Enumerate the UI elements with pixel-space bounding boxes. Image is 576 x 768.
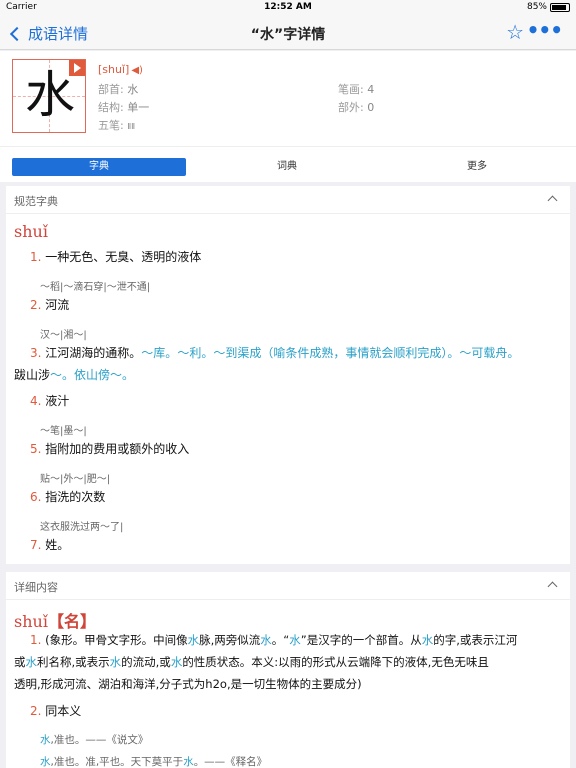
speaker-icon[interactable]: ◀) [131, 65, 143, 76]
section-title: 规范字典 [14, 195, 58, 208]
definition-example: ～笔|墨～| [40, 426, 87, 437]
battery-indicator: 85% [527, 2, 570, 12]
definition-item: 1. 一种无色、无臭、透明的液体 [30, 250, 202, 264]
definition-item: 2. 河流 [30, 298, 70, 312]
status-bar: Carrier 12:52 AM 85% [0, 0, 576, 16]
more-options-icon[interactable]: ••• [527, 20, 563, 40]
definition-item: 4. 液汁 [30, 394, 70, 408]
pinyin-label[interactable]: [shuǐ] ◀) [98, 63, 143, 76]
collapse-chevron-icon[interactable] [547, 581, 558, 592]
tab-dictionary[interactable]: 字典 [12, 158, 186, 176]
definition-example: 汉～|湘～| [40, 330, 87, 341]
section-header[interactable]: 详细内容 [6, 572, 570, 600]
section-header[interactable]: 规范字典 [6, 186, 570, 214]
battery-percent: 85% [526, 2, 547, 12]
collapse-chevron-icon[interactable] [547, 195, 558, 206]
character-box: 水 [12, 59, 86, 133]
character-header: 水 [shuǐ] ◀) 部首: 水 笔画: 4 结构: 单一 部外: 0 五笔: … [0, 51, 576, 146]
definition-continuation: 透明,形成河流、湖泊和海洋,分子式为h2o,是一切生物体的主要成分) [14, 677, 362, 691]
section-pinyin: shuǐ【名】 [14, 612, 96, 631]
quote-line: 水,准也。——《说文》 [40, 734, 149, 746]
definition-example: ～稻|～滴石穿|～泄不通| [40, 282, 151, 293]
tab-bar: 字典 词典 更多 [0, 146, 576, 182]
strokes-info: 笔画: 4 [338, 83, 375, 96]
structure-info: 结构: 单一 [98, 101, 150, 114]
definition-item: 3. 江河湖海的通称。～库。～利。～到渠成（喻条件成熟，事情就会顺利完成）。～可… [30, 346, 520, 360]
page-title: “水”字详情 [250, 27, 326, 43]
play-stroke-icon[interactable] [69, 60, 85, 76]
clock: 12:52 AM [264, 2, 312, 12]
battery-icon [550, 2, 570, 12]
definition-example: 这衣服洗过两～了| [40, 522, 124, 533]
definition-continuation: 跋山涉～。依山傍～。 [14, 368, 135, 382]
wubi-info: 五笔: ⅡⅡ [98, 119, 136, 132]
definition-item: 1. (象形。甲骨文字形。中间像水脉,两旁似流水。“水”是汉字的一个部首。从水的… [30, 633, 518, 647]
detail-section: 详细内容 shuǐ【名】 1. (象形。甲骨文字形。中间像水脉,两旁似流水。“水… [6, 572, 570, 768]
definition-item: 5. 指附加的费用或额外的收入 [30, 442, 190, 456]
definition-item: 6. 指洗的次数 [30, 490, 106, 504]
quote-line: 水,准也。准,平也。天下莫平于水。——《释名》 [40, 756, 268, 768]
tab-phrases[interactable]: 词典 [200, 158, 374, 176]
tab-more[interactable]: 更多 [390, 158, 564, 176]
definition-item: 2. 同本义 [30, 704, 82, 718]
standard-dictionary-section: 规范字典 shuǐ 1. 一种无色、无臭、透明的液体 ～稻|～滴石穿|～泄不通|… [6, 186, 570, 564]
definition-example: 贴～|外～|肥～| [40, 474, 111, 485]
section-pinyin: shuǐ [14, 222, 48, 241]
outside-strokes-info: 部外: 0 [338, 101, 375, 114]
definition-item: 7. 姓。 [30, 538, 70, 552]
navigation-bar: 成语详情 “水”字详情 ☆ ••• [0, 16, 576, 50]
radical-info: 部首: 水 [98, 83, 139, 96]
favorite-star-icon[interactable]: ☆ [506, 21, 524, 43]
section-title: 详细内容 [14, 581, 58, 594]
definition-continuation: 或水利名称,或表示水的流动,或水的性质状态。本义:以雨的形式从云端降下的液体,无… [14, 655, 489, 669]
